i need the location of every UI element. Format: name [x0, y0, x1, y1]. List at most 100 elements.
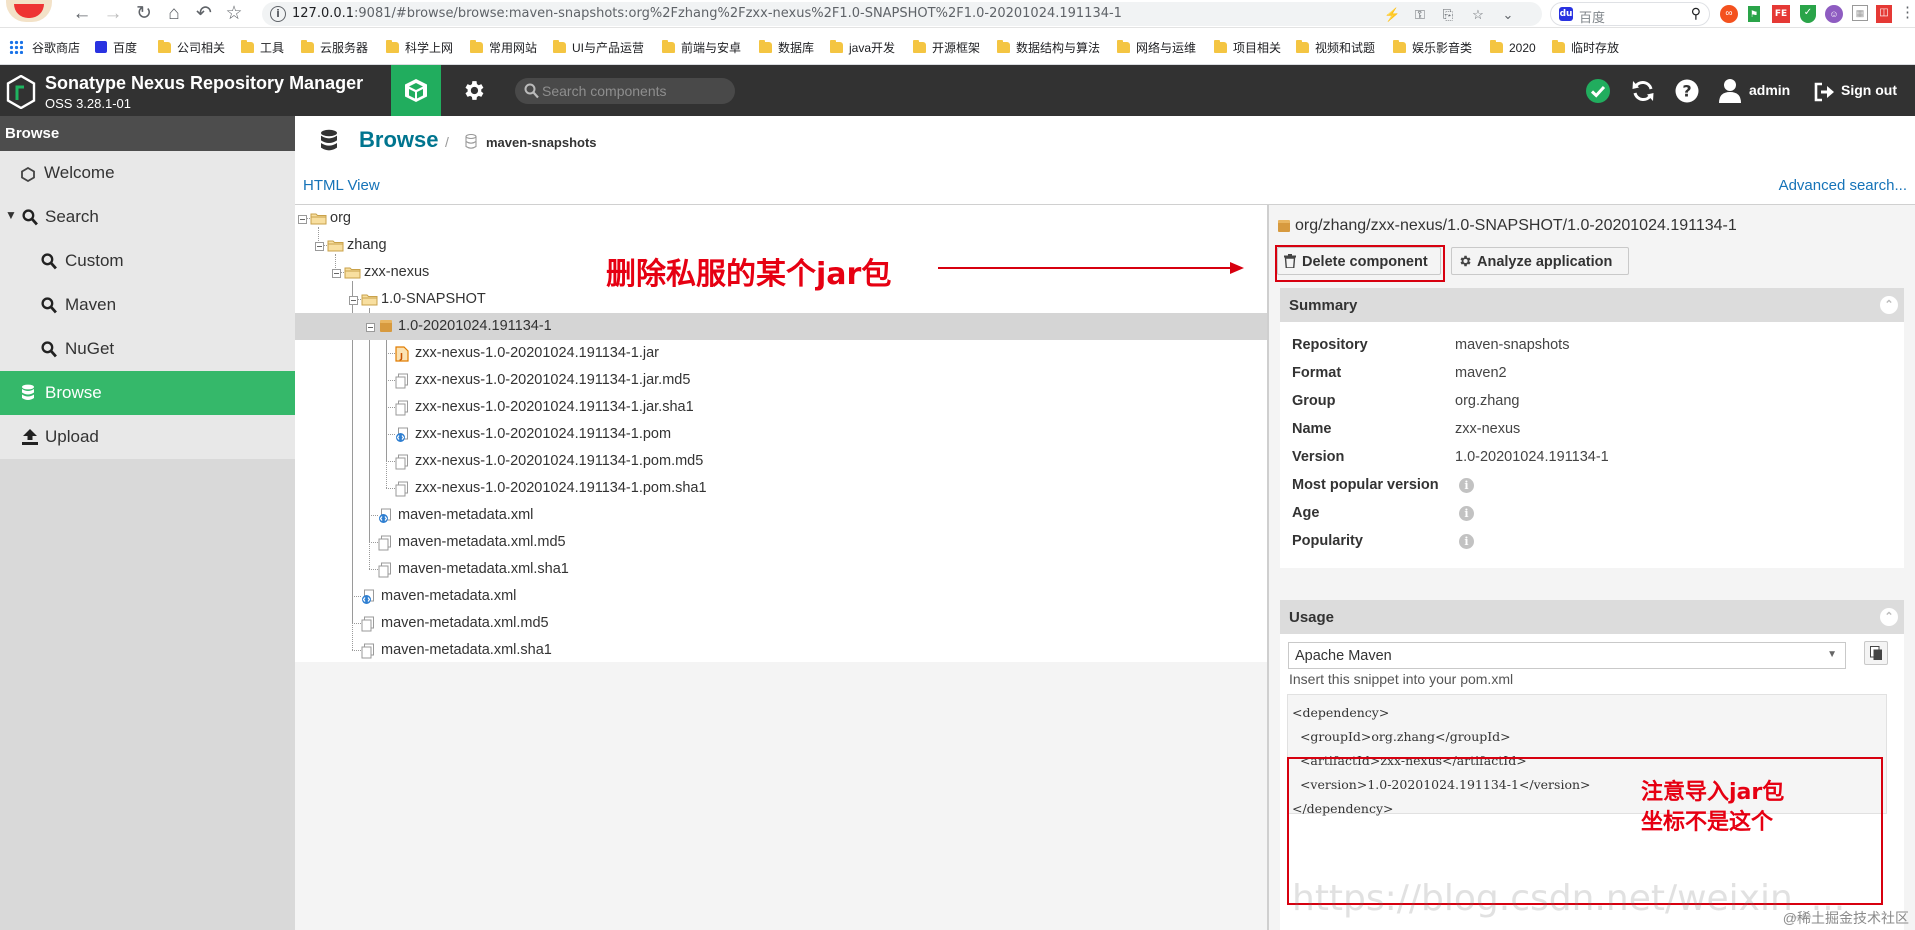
tree-node[interactable]: maven-metadata.xml.md5 [295, 610, 1267, 637]
tree-node[interactable]: maven-metadata.xml.sha1 [295, 556, 1267, 583]
bookmark-folder[interactable]: 数据库 [759, 40, 814, 56]
html-view-link[interactable]: HTML View [303, 177, 380, 194]
bookmark-folder[interactable]: 前端与安卓 [662, 40, 741, 56]
bookmark-folder[interactable]: UI与产品运营 [553, 40, 644, 56]
tree-node[interactable]: Jzxx-nexus-1.0-20201024.191134-1.jar [295, 340, 1267, 367]
bookmark-folder[interactable]: 科学上网 [386, 40, 453, 56]
bookmark-star-icon[interactable]: ☆ [222, 2, 246, 26]
tree-node[interactable]: zxx-nexus-1.0-20201024.191134-1.jar.md5 [295, 367, 1267, 394]
user-icon[interactable] [1718, 78, 1742, 104]
bookmark-google-store[interactable]: 谷歌商店 [32, 40, 80, 56]
collapse-icon[interactable]: ⌃ [1880, 296, 1898, 314]
file-icon [395, 400, 409, 420]
bookmark-folder[interactable]: 云服务器 [301, 40, 368, 56]
extension-infinity-icon[interactable]: ∞ [1720, 5, 1738, 23]
sign-out-link[interactable]: Sign out [1841, 82, 1897, 98]
home-icon[interactable]: ⌂ [162, 2, 186, 26]
system-status-ok-icon[interactable] [1585, 78, 1611, 104]
site-info-icon[interactable]: i [270, 6, 286, 22]
bookmark-folder[interactable]: 工具 [241, 40, 284, 56]
extension-face-icon[interactable]: ☺ [1825, 5, 1843, 23]
bookmark-folder[interactable]: 网络与运维 [1117, 40, 1196, 56]
favorite-star-icon[interactable]: ☆ [1470, 7, 1486, 23]
tree-collapse-icon[interactable] [315, 242, 324, 251]
bookmark-folder[interactable]: 常用网站 [470, 40, 537, 56]
tree-node[interactable]: zxx-nexus-1.0-20201024.191134-1.pom.md5 [295, 448, 1267, 475]
copy-snippet-button[interactable] [1864, 641, 1888, 665]
search-engine-box[interactable]: du 百度 ⚲ [1550, 2, 1710, 26]
sidebar-item-nuget[interactable]: NuGet [0, 327, 295, 371]
summary-panel-header[interactable]: Summary ⌃ [1280, 288, 1904, 322]
extension-grid-icon[interactable]: ▦ [1852, 5, 1868, 21]
extension-shield-icon[interactable]: ✓ [1800, 5, 1816, 23]
tree-node[interactable]: zxx-nexus-1.0-20201024.191134-1.pom [295, 421, 1267, 448]
reload-icon[interactable]: ↻ [132, 2, 156, 26]
bookmark-folder[interactable]: 公司相关 [158, 40, 225, 56]
chevron-down-icon[interactable]: ▼ [1827, 649, 1837, 660]
xml-file-icon [361, 589, 375, 609]
sidebar-item-welcome[interactable]: Welcome [0, 151, 295, 195]
summary-row-group: Group org.zhang [1292, 388, 1892, 416]
tree-collapse-icon[interactable] [298, 215, 307, 224]
tree-node[interactable]: maven-metadata.xml [295, 502, 1267, 529]
bookmark-folder[interactable]: 开源框架 [913, 40, 980, 56]
collapse-icon[interactable]: ⌃ [1880, 608, 1898, 626]
extension-doc-icon[interactable]: ◫ [1876, 5, 1892, 23]
info-icon[interactable]: i [1459, 506, 1474, 521]
magnifier-icon[interactable]: ⚲ [1691, 5, 1701, 22]
undo-icon[interactable]: ↶ [192, 2, 216, 26]
tree-node[interactable]: zxx-nexus-1.0-20201024.191134-1.jar.sha1 [295, 394, 1267, 421]
sidebar-item-custom[interactable]: Custom [0, 239, 295, 283]
bookmark-baidu[interactable]: 百度 [95, 40, 137, 56]
bookmark-folder[interactable]: java开发 [830, 40, 895, 56]
usage-panel-header[interactable]: Usage ⌃ [1280, 600, 1904, 634]
info-icon[interactable]: i [1459, 534, 1474, 549]
tree-collapse-icon[interactable] [366, 323, 375, 332]
dropdown-icon[interactable]: ⌄ [1500, 7, 1516, 23]
translate-icon[interactable]: ⎘ [1440, 7, 1456, 23]
tree-node[interactable]: maven-metadata.xml [295, 583, 1267, 610]
lightning-icon[interactable]: ⚡ [1384, 7, 1400, 23]
sidebar-item-search[interactable]: ▼ Search [0, 195, 295, 239]
tree-collapse-icon[interactable] [349, 296, 358, 305]
back-icon[interactable]: ← [70, 2, 94, 26]
bookmark-folder[interactable]: 数据结构与算法 [997, 40, 1100, 56]
sidebar-item-upload[interactable]: Upload [0, 415, 295, 459]
tree-node[interactable]: 1.0-20201024.191134-1 [295, 313, 1267, 340]
apps-grid-icon[interactable] [9, 40, 23, 54]
tree-node[interactable]: maven-metadata.xml.sha1 [295, 637, 1267, 664]
extension-flag-icon[interactable]: ⚑ [1748, 6, 1760, 22]
bookmark-folder[interactable]: 临时存放 [1552, 40, 1619, 56]
tree-node[interactable]: maven-metadata.xml.md5 [295, 529, 1267, 556]
forward-icon[interactable]: → [101, 2, 125, 26]
bookmark-folder[interactable]: 娱乐影音类 [1393, 40, 1472, 56]
advanced-search-link[interactable]: Advanced search... [1779, 177, 1907, 194]
tree-collapse-icon[interactable] [332, 269, 341, 278]
help-icon[interactable]: ? [1674, 78, 1700, 104]
bookmark-label: 娱乐影音类 [1412, 41, 1473, 55]
tree-node[interactable]: org [295, 205, 1267, 232]
url-field[interactable]: i 127.0.0.1:9081/#browse/browse:maven-sn… [262, 2, 1542, 26]
user-name[interactable]: admin [1749, 82, 1790, 98]
analyze-application-button[interactable]: Analyze application [1451, 247, 1629, 275]
admin-mode-button[interactable] [453, 65, 493, 116]
extension-fe-icon[interactable]: FE [1772, 5, 1790, 23]
bookmark-folder[interactable]: 2020 [1490, 40, 1536, 56]
caret-down-icon[interactable]: ▼ [5, 208, 17, 222]
refresh-icon[interactable] [1630, 78, 1656, 104]
bookmark-folder[interactable]: 视频和试题 [1296, 40, 1375, 56]
browser-avatar-icon[interactable] [6, 0, 52, 22]
tree-node[interactable]: zxx-nexus-1.0-20201024.191134-1.pom.sha1 [295, 475, 1267, 502]
browser-menu-icon[interactable]: ⋮ [1900, 5, 1915, 23]
info-icon[interactable]: i [1459, 478, 1474, 493]
bookmark-folder[interactable]: 项目相关 [1214, 40, 1281, 56]
browse-mode-button[interactable] [391, 65, 441, 116]
sidebar-item-browse[interactable]: Browse [0, 371, 295, 415]
component-search-box[interactable] [515, 78, 735, 104]
key-icon[interactable]: ⚿ [1412, 7, 1428, 23]
page-title[interactable]: Browse [359, 127, 438, 153]
sidebar-item-maven[interactable]: Maven [0, 283, 295, 327]
search-input[interactable] [542, 82, 727, 100]
build-tool-select[interactable]: Apache Maven ▼ [1288, 642, 1846, 669]
sign-out-icon[interactable] [1813, 79, 1835, 105]
